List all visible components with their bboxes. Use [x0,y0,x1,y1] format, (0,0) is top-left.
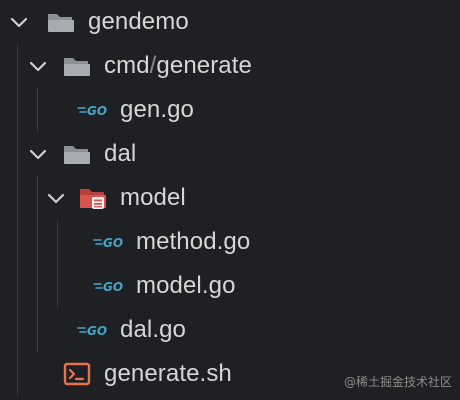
chevron-down-icon[interactable] [27,143,49,165]
tree-label-dal: dal [104,140,137,167]
path-segment-cmd: cmd [104,52,150,79]
tree-label-dal-go: dal.go [120,316,186,343]
tree-row-method-go[interactable]: GO method.go [0,220,460,264]
go-file-icon: GO [76,88,112,132]
tree-label-gendemo: gendemo [88,8,189,35]
chevron-down-icon[interactable] [8,11,30,33]
tree-row-model-go[interactable]: GO model.go [0,264,460,308]
tree-row-dal[interactable]: dal [0,132,460,176]
tree-row-dal-go[interactable]: GO dal.go [0,308,460,352]
explorer-tree: gendemo cmd/generate GO gen.go dal model… [0,0,460,400]
folder-open-icon [44,0,78,44]
tree-label-gen-go: gen.go [120,96,195,123]
database-folder-icon [76,176,110,220]
path-segment-generate: generate [156,52,252,79]
svg-text:GO: GO [87,104,107,117]
watermark: @稀土掘金技术社区 [343,375,452,389]
go-file-icon: GO [92,220,128,264]
folder-open-icon [60,132,94,176]
chevron-down-icon[interactable] [45,187,67,209]
folder-open-icon [60,44,94,88]
tree-label-cmd-generate: cmd/generate [104,44,252,88]
tree-row-gen-go[interactable]: GO gen.go [0,88,460,132]
tree-row-model[interactable]: model [0,176,460,220]
tree-row-gendemo[interactable]: gendemo [0,0,460,44]
tree-label-model-go: model.go [136,272,236,299]
tree-row-cmd-generate[interactable]: cmd/generate [0,44,460,88]
tree-label-model: model [120,184,186,211]
svg-text:GO: GO [87,324,107,337]
go-file-icon: GO [92,264,128,308]
terminal-file-icon [60,352,94,396]
svg-text:GO: GO [103,236,123,249]
go-file-icon: GO [76,308,112,352]
chevron-down-icon[interactable] [27,55,49,77]
tree-label-method-go: method.go [136,228,251,255]
svg-text:GO: GO [103,280,123,293]
tree-label-generate-sh: generate.sh [104,360,232,387]
